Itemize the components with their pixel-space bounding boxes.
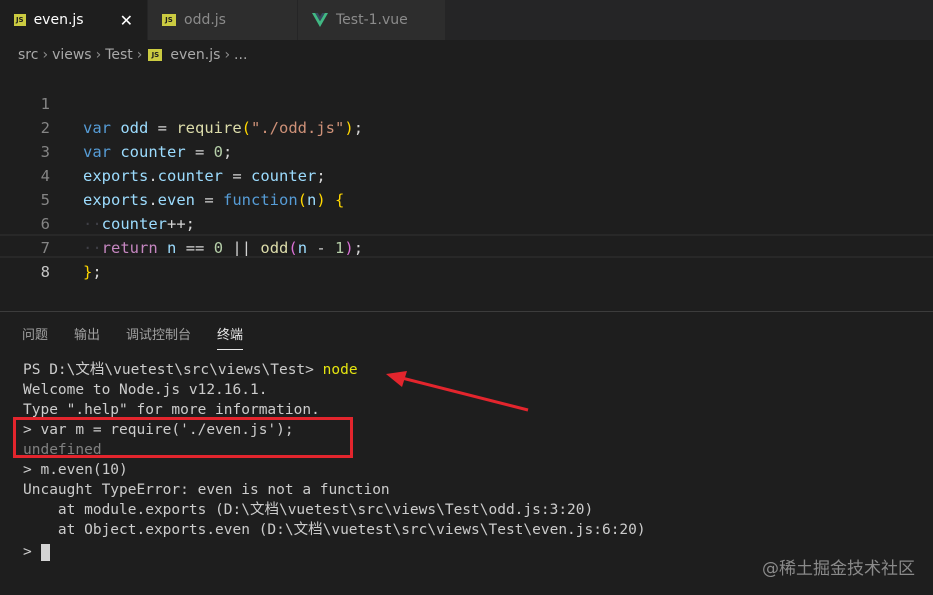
tab-label: odd.js [184,12,226,28]
chevron-right-icon: › [224,47,231,63]
chevron-right-icon: › [95,47,102,63]
breadcrumb-item[interactable]: views [52,47,92,63]
terminal-line: at module.exports (D:\文档\vuetest\src\vie… [23,502,594,518]
code-editor[interactable]: 1 var odd = require("./odd.js"); 2 var c… [0,66,933,312]
code-line: 4 exports.even = function(n) { [0,140,933,209]
js-file-icon: JS [14,14,26,26]
terminal-line: > m.even(10) [23,462,128,478]
terminal-line: at Object.exports.even (D:\文档\vuetest\sr… [23,522,646,538]
terminal-line: Uncaught TypeError: even is not a functi… [23,482,390,498]
tab-label: Test-1.vue [336,12,408,28]
js-file-icon: JS [148,49,163,61]
chevron-right-icon: › [136,47,143,63]
panel-divider [0,311,933,312]
breadcrumb-item[interactable]: src [18,47,38,63]
tab-terminal[interactable]: 终端 [217,324,244,350]
terminal-line: PS D:\文档\vuetest\src\views\Test> node [23,360,646,380]
terminal-command: node [322,362,358,378]
terminal-line: Welcome to Node.js v12.16.1. [23,382,268,398]
code-line: 7 }; [0,212,933,281]
code-line: 5 ··counter++; [0,164,933,233]
breadcrumb-item[interactable]: even.js [170,47,220,63]
tab-output[interactable]: 输出 [74,324,100,350]
code-line: 2 var counter = 0; [0,92,933,161]
tab-odd-js[interactable]: JS odd.js [148,0,298,40]
panel-tab-bar: 问题 输出 调试控制台 终端 [22,324,269,350]
terminal-prompt: > [23,544,32,560]
code-line: 1 var odd = require("./odd.js"); [0,68,933,137]
terminal[interactable]: PS D:\文档\vuetest\src\views\Test> node We… [23,360,646,562]
breadcrumb-item[interactable]: Test [105,47,133,63]
breadcrumb-item[interactable]: ... [234,47,247,63]
editor-tab-bar: JS even.js ✕ JS odd.js Test-1.vue [0,0,933,40]
watermark: @稀土掘金技术社区 [762,559,915,579]
js-file-icon: JS [162,14,176,26]
tab-problems[interactable]: 问题 [22,324,48,350]
terminal-line: > [23,542,646,562]
tab-even-js[interactable]: JS even.js ✕ [0,0,148,40]
code-line: 6 ··return n == 0 || odd(n - 1); [0,188,933,257]
code-line: 3 exports.counter = counter; [0,116,933,185]
line-number: 8 [40,263,50,281]
close-icon[interactable]: ✕ [120,11,133,30]
breadcrumb: src › views › Test › JS even.js › ... [18,44,247,66]
chevron-right-icon: › [42,47,49,63]
code-text: }; [83,263,102,281]
tab-test-1-vue[interactable]: Test-1.vue [298,0,446,40]
code-line-current: 8 [0,234,933,281]
tab-debug-console[interactable]: 调试控制台 [126,324,191,350]
tab-label: even.js [33,12,84,28]
vue-file-icon [312,13,328,27]
annotation-arrow-icon [386,371,529,412]
annotation-highlight-box [13,417,353,458]
terminal-prompt: PS D:\文档\vuetest\src\views\Test> [23,362,323,378]
terminal-cursor [40,543,50,561]
